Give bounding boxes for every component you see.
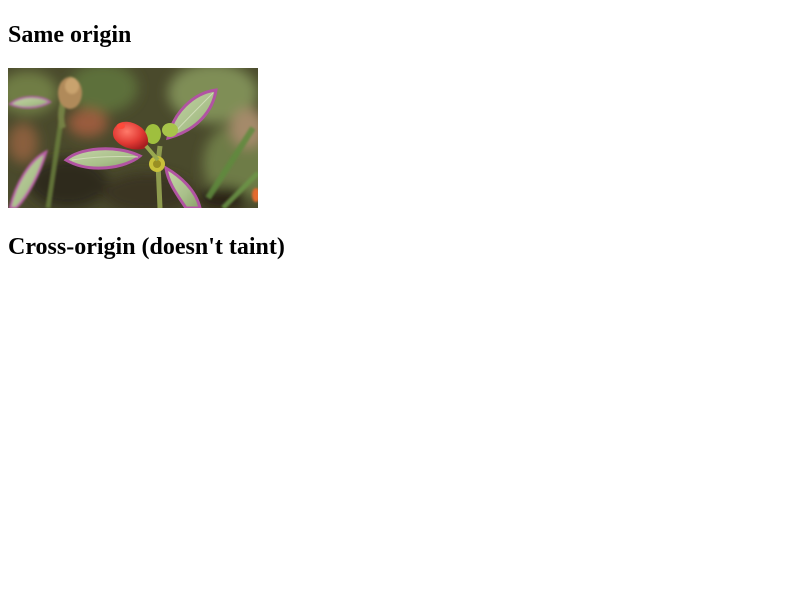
heading-cross-origin: Cross-origin (doesn't taint) <box>8 234 285 260</box>
plant-with-red-bud-photo <box>8 68 258 208</box>
heading-same-origin: Same origin <box>8 22 132 48</box>
